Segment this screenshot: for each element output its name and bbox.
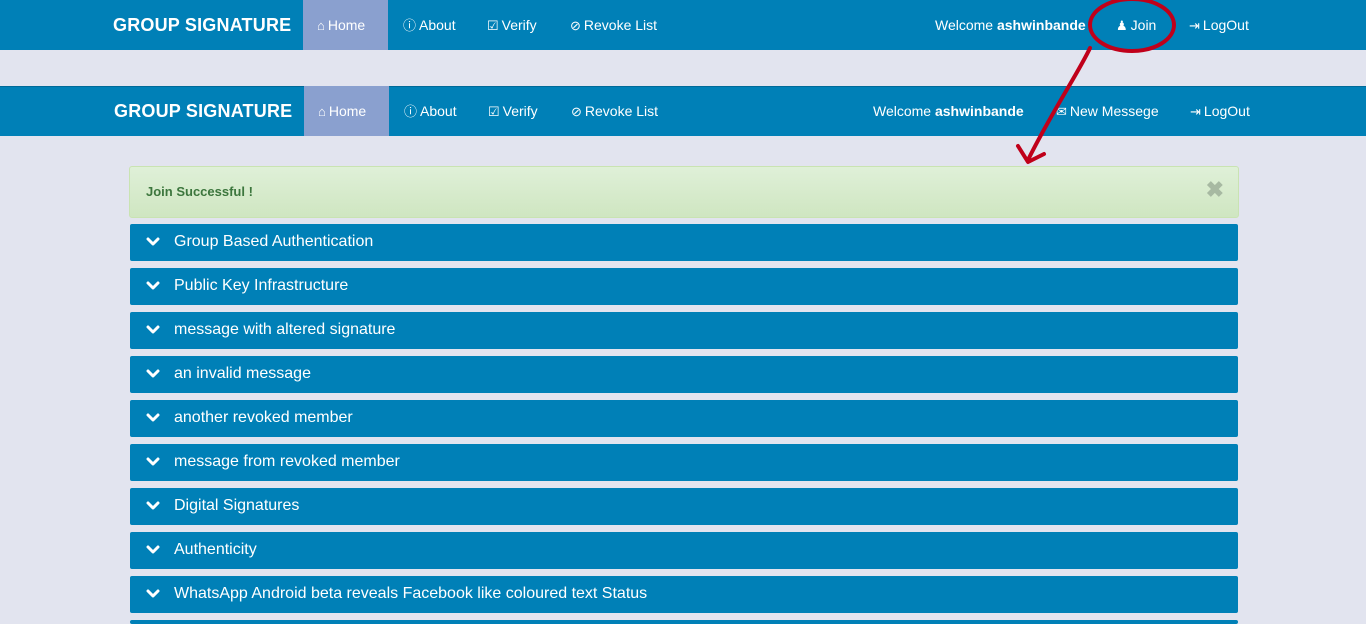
top-navbar: GROUP SIGNATURE ⌂ Home ⓘ About ☑ Verify ⊘ Re… (0, 0, 1366, 50)
ban-icon: ⊘ (570, 18, 581, 33)
accordion-title: message with altered signature (174, 321, 396, 338)
accordion-panel[interactable]: an invalid message (130, 356, 1238, 393)
chevron-down-icon (146, 237, 160, 246)
accordion-title: Group Based Authentication (174, 233, 374, 250)
accordion-panel[interactable]: Public Key Infrastructure (130, 268, 1238, 305)
brand-title[interactable]: GROUP SIGNATURE (114, 86, 292, 136)
nav-verify[interactable]: ☑ Verify (487, 0, 537, 50)
accordion-panel[interactable]: Authenticity (130, 532, 1238, 569)
accordion-panel[interactable]: WhatsApp Android beta reveals Facebook l… (130, 576, 1238, 613)
accordion-panel[interactable]: Digital Signatures (130, 488, 1238, 525)
chevron-down-icon (146, 545, 160, 554)
nav-logout-label: LogOut (1202, 17, 1249, 33)
nav-verify-label: Verify (501, 17, 537, 33)
nav-about[interactable]: ⓘ About (403, 0, 456, 50)
accordion-panel[interactable]: another revoked member (130, 400, 1238, 437)
info-icon: ⓘ (404, 104, 418, 119)
nav-logout[interactable]: ⇥ LogOut (1190, 86, 1250, 136)
nav-revoke-list-label: Revoke List (583, 17, 658, 33)
accordion-title: WhatsApp Android beta reveals Facebook l… (174, 585, 648, 602)
envelope-icon: ✉ (1056, 104, 1067, 119)
accordion-panel[interactable]: message from revoked member (130, 444, 1238, 481)
accordion-title: another revoked member (174, 409, 353, 426)
brand-title[interactable]: GROUP SIGNATURE (113, 0, 291, 50)
welcome-text: Welcome ashwinbande (935, 17, 1086, 33)
info-icon: ⓘ (403, 18, 417, 33)
accordion-panel[interactable]: Group Based Authentication (130, 224, 1238, 261)
nav-revoke-list[interactable]: ⊘ Revoke List (571, 86, 658, 136)
accordion-panel[interactable] (130, 620, 1238, 624)
annotation-arrowhead (1016, 144, 1046, 164)
accordion-title: message from revoked member (174, 453, 400, 470)
nav-logout[interactable]: ⇥ LogOut (1189, 0, 1249, 50)
accordion-title: Authenticity (174, 541, 257, 558)
nav-verify[interactable]: ☑ Verify (488, 86, 538, 136)
nav-join[interactable]: ♟ Join (1116, 0, 1156, 50)
nav-revoke-list[interactable]: ⊘ Revoke List (570, 0, 657, 50)
username: ashwinbande (934, 103, 1024, 119)
chevron-down-icon (146, 589, 160, 598)
check-square-icon: ☑ (488, 104, 500, 119)
home-icon: ⌂ (318, 104, 326, 119)
accordion-panel[interactable]: message with altered signature (130, 312, 1238, 349)
nav-about-label: About (419, 17, 456, 33)
nav-revoke-list-label: Revoke List (584, 103, 659, 119)
chevron-down-icon (146, 501, 160, 510)
nav-join-label: Join (1130, 17, 1157, 33)
nav-logout-label: LogOut (1203, 103, 1250, 119)
accordion-title: Digital Signatures (174, 497, 300, 514)
nav-new-message[interactable]: ✉ New Messege (1056, 86, 1159, 136)
nav-about-label: About (420, 103, 457, 119)
welcome-text: Welcome ashwinbande (873, 103, 1024, 119)
logout-icon: ⇥ (1190, 104, 1201, 119)
chevron-down-icon (146, 413, 160, 422)
success-alert: Join Successful ! ✖ (129, 166, 1239, 218)
chevron-down-icon (146, 369, 160, 378)
chevron-down-icon (146, 281, 160, 290)
accordion-title: Public Key Infrastructure (174, 277, 349, 294)
nav-verify-label: Verify (502, 103, 538, 119)
alert-message: Join Successful ! (146, 184, 253, 199)
second-navbar: GROUP SIGNATURE ⌂ Home ⓘ About ☑ Verify ⊘ Re… (0, 86, 1366, 136)
username: ashwinbande (996, 17, 1086, 33)
close-icon[interactable]: ✖ (1206, 179, 1224, 201)
ban-icon: ⊘ (571, 104, 582, 119)
home-icon: ⌂ (317, 18, 325, 33)
logout-icon: ⇥ (1189, 18, 1200, 33)
chevron-down-icon (146, 457, 160, 466)
user-join-icon: ♟ (1116, 18, 1128, 33)
accordion-title: an invalid message (174, 365, 311, 382)
nav-home-label: Home (327, 17, 366, 33)
nav-home-label: Home (328, 103, 367, 119)
nav-home[interactable]: ⌂ Home (303, 0, 388, 50)
nav-new-message-label: New Messege (1069, 103, 1159, 119)
nav-home[interactable]: ⌂ Home (304, 86, 389, 136)
chevron-down-icon (146, 325, 160, 334)
nav-about[interactable]: ⓘ About (404, 86, 457, 136)
check-square-icon: ☑ (487, 18, 499, 33)
